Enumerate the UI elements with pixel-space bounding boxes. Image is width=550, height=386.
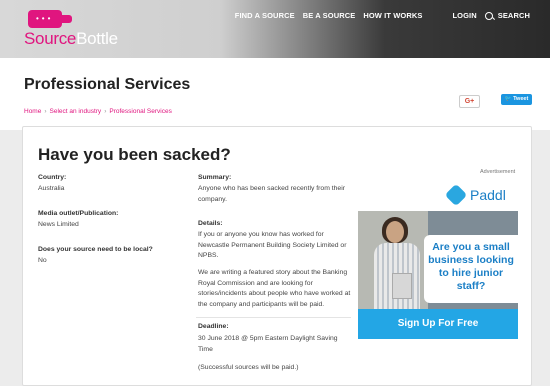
breadcrumb-professional-services[interactable]: Professional Services	[109, 108, 172, 115]
source-request-card: Have you been sacked? Country: Australia…	[22, 126, 532, 386]
twitter-bird-icon: 🐦	[504, 96, 512, 102]
nav-login[interactable]: LOGIN	[452, 11, 476, 20]
logo-text: SourceBottle	[24, 29, 118, 49]
main-nav: FIND A SOURCE BE A SOURCE HOW IT WORKS L…	[227, 11, 530, 20]
logo-text-bottle: Bottle	[76, 29, 118, 48]
deadline-value: 30 June 2018 @ 5pm Eastern Daylight Savi…	[198, 335, 338, 353]
local-label: Does your source need to be local?	[38, 246, 153, 253]
breadcrumb-separator: ›	[104, 108, 107, 115]
paddl-brand: Paddl	[470, 187, 506, 203]
nav-find-a-source[interactable]: FIND A SOURCE	[235, 11, 295, 20]
page-header: Professional Services Home › Select an ind…	[0, 58, 550, 130]
google-plus-button[interactable]: G+	[459, 95, 480, 108]
country-value: Australia	[38, 185, 65, 192]
ad-photo: Are you a small business looking to hire…	[358, 211, 518, 309]
ad-headline: Are you a small business looking to hire…	[424, 235, 518, 303]
person-head	[386, 221, 404, 243]
site-header: ••• SourceBottle FIND A SOURCE BE A SOUR…	[0, 0, 550, 58]
nav-how-it-works[interactable]: HOW IT WORKS	[363, 11, 422, 20]
outlet-value: News Limited	[38, 221, 79, 228]
breadcrumb: Home › Select an industry › Professional Ser…	[24, 108, 172, 115]
summary-text: Anyone who has been sacked recently from…	[198, 185, 345, 203]
sign-up-button[interactable]: Sign Up For Free	[358, 309, 518, 339]
speech-bubble-icon: •••	[28, 10, 72, 28]
tweet-label: Tweet	[513, 96, 529, 102]
page-title: Professional Services	[24, 76, 191, 93]
breadcrumb-separator: ›	[44, 108, 47, 115]
logo-text-source: Source	[24, 29, 77, 48]
breadcrumb-select-industry[interactable]: Select an industry	[50, 108, 102, 115]
deadline-label: Deadline:	[198, 323, 229, 330]
tweet-button[interactable]: 🐦 Tweet	[501, 94, 532, 105]
summary-label: Summary:	[198, 174, 232, 181]
details-label: Details:	[198, 220, 223, 227]
laptop-image	[392, 273, 412, 299]
paddl-logo: Paddl	[444, 183, 506, 207]
paid-note: (Successful sources will be paid.)	[198, 364, 299, 371]
nav-search[interactable]: SEARCH	[484, 11, 530, 20]
outlet-label: Media outlet/Publication:	[38, 210, 119, 217]
nav-search-label: SEARCH	[497, 11, 530, 20]
advertisement-label: Advertisement	[480, 169, 516, 175]
search-icon	[484, 11, 493, 20]
request-title: Have you been sacked?	[38, 145, 231, 164]
country-label: Country:	[38, 174, 67, 181]
breadcrumb-home[interactable]: Home	[24, 108, 41, 115]
paddl-logo-icon	[444, 183, 468, 207]
local-value: No	[38, 257, 47, 264]
details-paragraph-1: If you or anyone you know has worked for…	[198, 231, 347, 259]
nav-spacer	[422, 11, 444, 20]
paddl-advertisement[interactable]: Paddl Are you a small business looking t…	[358, 181, 518, 339]
nav-be-a-source[interactable]: BE A SOURCE	[303, 11, 356, 20]
details-paragraph-2: We are writing a featured story about th…	[198, 269, 351, 308]
